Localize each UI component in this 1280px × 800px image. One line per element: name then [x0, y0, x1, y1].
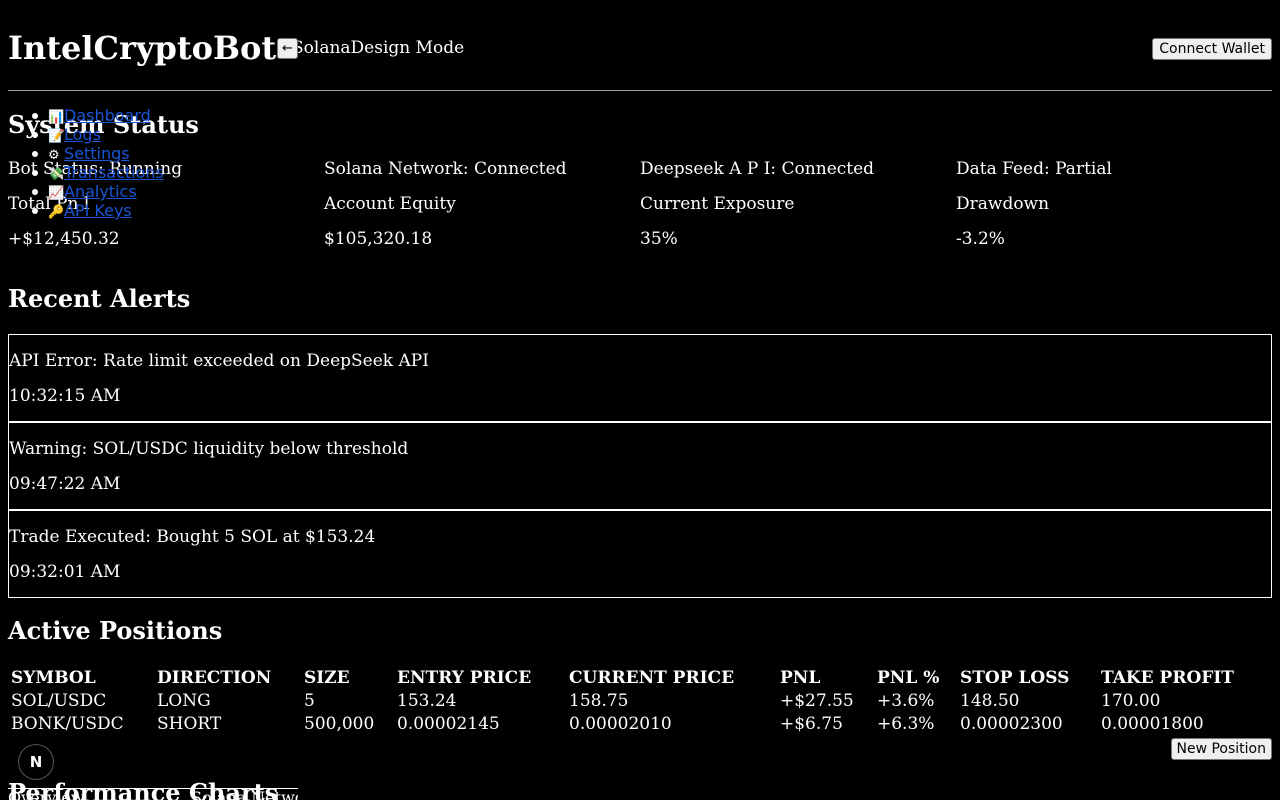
cell-entry-price: 153.24 — [397, 691, 457, 711]
bullet-icon — [32, 151, 38, 157]
table-row[interactable]: SOL/USDC LONG 5 153.24 158.75 +$27.55 +3… — [10, 691, 1235, 712]
chart-tab-bar: Overview Solana Network — [8, 788, 298, 800]
cell-take-profit: 170.00 — [1101, 691, 1161, 711]
app-title: IntelCryptoBot — [8, 29, 277, 67]
bullet-icon — [32, 208, 38, 214]
tab-solana-network[interactable]: Solana Network — [191, 789, 298, 800]
deepseek-api-status: Deepseek A P I: Connected — [640, 159, 875, 179]
current-exposure-value: 35% — [640, 229, 678, 249]
bullet-icon — [32, 170, 38, 176]
cell-current-price: 158.75 — [569, 691, 629, 711]
col-pnl: PNL — [780, 668, 821, 688]
table-row[interactable]: BONK/USDC SHORT 500,000 0.00002145 0.000… — [10, 714, 1235, 735]
col-stop-loss: STOP LOSS — [960, 668, 1070, 688]
cell-stop-loss: 0.00002300 — [960, 714, 1063, 734]
drawdown-label: Drawdown — [956, 194, 1050, 214]
network-mode-label: SolanaDesign Mode — [292, 38, 465, 58]
back-arrow-button[interactable]: ← — [277, 38, 298, 59]
account-equity-label: Account Equity — [324, 194, 456, 214]
nav-link-logs[interactable]: Logs — [64, 125, 101, 144]
alert-message: API Error: Rate limit exceeded on DeepSe… — [9, 351, 429, 371]
alert-item: Warning: SOL/USDC liquidity below thresh… — [8, 422, 1272, 510]
solana-network-status: Solana Network: Connected — [324, 159, 567, 179]
cell-pnl-percent: +6.3% — [877, 714, 935, 734]
positions-table: SYMBOL DIRECTION SIZE ENTRY PRICE CURREN… — [8, 666, 1237, 737]
col-take-profit: TAKE PROFIT — [1101, 668, 1234, 688]
cell-direction: LONG — [157, 691, 211, 711]
nav-item-logs[interactable]: 📝Logs — [0, 125, 164, 144]
cell-take-profit: 0.00001800 — [1101, 714, 1204, 734]
nav-link-analytics[interactable]: Analytics — [64, 182, 137, 201]
n-logo-badge[interactable]: N — [18, 744, 54, 780]
alert-message: Warning: SOL/USDC liquidity below thresh… — [9, 439, 409, 459]
nav-link-dashboard[interactable]: Dashboard — [64, 106, 151, 125]
nav-link-transactions[interactable]: Transactions — [64, 163, 164, 182]
cell-symbol: SOL/USDC — [11, 691, 107, 711]
sidebar-nav: 📊Dashboard 📝Logs ⚙ Settings 💸Transactions… — [0, 106, 164, 220]
cell-pnl-percent: +3.6% — [877, 691, 935, 711]
data-feed-status: Data Feed: Partial — [956, 159, 1112, 179]
nav-link-api-keys[interactable]: API Keys — [64, 201, 132, 220]
col-direction: DIRECTION — [157, 668, 272, 688]
nav-item-api-keys[interactable]: 🔑API Keys — [0, 201, 164, 220]
alert-message: Trade Executed: Bought 5 SOL at $153.24 — [9, 527, 376, 547]
alert-item: Trade Executed: Bought 5 SOL at $153.24 … — [8, 510, 1272, 598]
nav-item-analytics[interactable]: 📈Analytics — [0, 182, 164, 201]
active-positions-title: Active Positions — [8, 616, 223, 645]
account-equity-value: $105,320.18 — [324, 229, 433, 249]
tab-overview[interactable]: Overview — [8, 789, 85, 800]
alert-item: API Error: Rate limit exceeded on DeepSe… — [8, 334, 1272, 422]
connect-wallet-button[interactable]: Connect Wallet — [1152, 38, 1272, 60]
col-size: SIZE — [304, 668, 350, 688]
total-pnl-value: +$12,450.32 — [8, 229, 120, 249]
cell-stop-loss: 148.50 — [960, 691, 1020, 711]
cell-pnl: +$6.75 — [780, 714, 843, 734]
bullet-icon — [32, 113, 38, 119]
col-symbol: SYMBOL — [11, 668, 96, 688]
table-header-row: SYMBOL DIRECTION SIZE ENTRY PRICE CURREN… — [10, 668, 1235, 689]
cell-entry-price: 0.00002145 — [397, 714, 500, 734]
nav-item-transactions[interactable]: 💸Transactions — [0, 163, 164, 182]
cell-symbol: BONK/USDC — [11, 714, 124, 734]
nav-item-settings[interactable]: ⚙ Settings — [0, 144, 164, 163]
recent-alerts-title: Recent Alerts — [8, 284, 191, 313]
bullet-icon — [32, 132, 38, 138]
cell-direction: SHORT — [157, 714, 222, 734]
alert-time: 09:32:01 AM — [9, 562, 121, 582]
cell-size: 500,000 — [304, 714, 375, 734]
new-position-button[interactable]: New Position — [1170, 738, 1272, 760]
cell-current-price: 0.00002010 — [569, 714, 672, 734]
cell-pnl: +$27.55 — [780, 691, 854, 711]
alert-time: 09:47:22 AM — [9, 474, 121, 494]
current-exposure-label: Current Exposure — [640, 194, 795, 214]
drawdown-value: -3.2% — [956, 229, 1005, 249]
key-icon: 🔑 — [48, 205, 65, 220]
col-pnl-percent: PNL % — [877, 668, 940, 688]
cell-size: 5 — [304, 691, 315, 711]
col-current-price: CURRENT PRICE — [569, 668, 735, 688]
nav-link-settings[interactable]: Settings — [64, 144, 130, 163]
alert-time: 10:32:15 AM — [9, 386, 121, 406]
bullet-icon — [32, 189, 38, 195]
col-entry-price: ENTRY PRICE — [397, 668, 532, 688]
header-divider — [8, 90, 1272, 91]
nav-item-dashboard[interactable]: 📊Dashboard — [0, 106, 164, 125]
